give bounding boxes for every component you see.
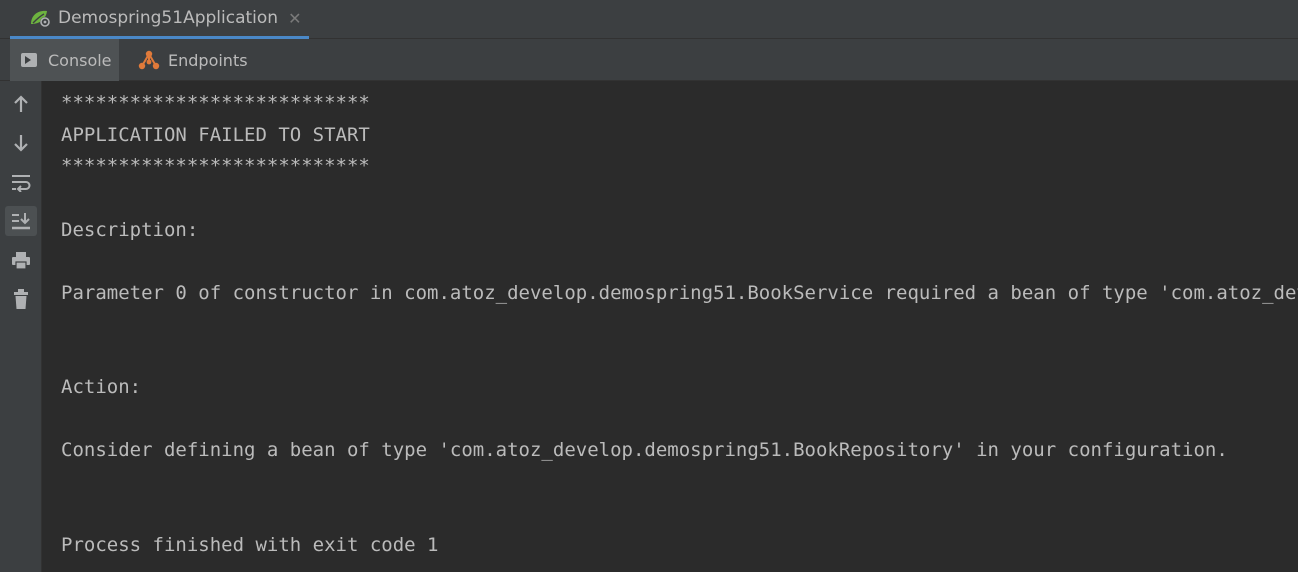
console-line: Action: [61,376,142,398]
console-line: Consider defining a bean of type 'com.at… [61,439,1228,461]
endpoints-icon [137,49,161,71]
tab-console-label: Console [48,50,112,70]
scroll-to-end-button[interactable] [5,206,37,236]
close-icon[interactable]: ✕ [288,9,301,28]
clear-all-button[interactable] [5,284,37,314]
tab-endpoints[interactable]: Endpoints [131,39,251,81]
print-button[interactable] [5,245,37,275]
console-toolbar [0,81,42,572]
tab-endpoints-label: Endpoints [168,50,248,70]
up-arrow-icon [14,95,28,112]
down-stack-trace-button[interactable] [5,128,37,158]
spring-boot-icon [28,8,52,28]
tab-console[interactable]: Console [10,39,119,81]
scroll-to-end-icon [12,213,30,230]
clear-all-icon [14,289,28,309]
print-icon [12,252,30,270]
soft-wrap-icon [12,175,31,192]
tool-tab-bar: Console Endpoints [0,39,1298,81]
soft-wrap-button[interactable] [5,167,37,197]
run-tab-bar: Demospring51Application ✕ [0,0,1298,39]
console-line: *************************** [61,155,370,177]
down-arrow-icon [14,135,28,152]
run-tab-demospring51application[interactable]: Demospring51Application ✕ [10,0,309,39]
console-line: Parameter 0 of constructor in com.atoz_d… [61,282,1298,304]
console-line: APPLICATION FAILED TO START [61,124,370,146]
console-output[interactable]: *************************** APPLICATION … [42,81,1298,572]
console-line: Process finished with exit code 1 [61,534,439,556]
run-tab-label: Demospring51Application [58,8,279,28]
run-tool-window: Demospring51Application ✕ Console Endpoi… [0,0,1298,572]
up-stack-trace-button[interactable] [5,89,37,119]
console-icon [21,53,37,67]
console-line: Description: [61,219,199,241]
console-line: *************************** [61,92,370,114]
